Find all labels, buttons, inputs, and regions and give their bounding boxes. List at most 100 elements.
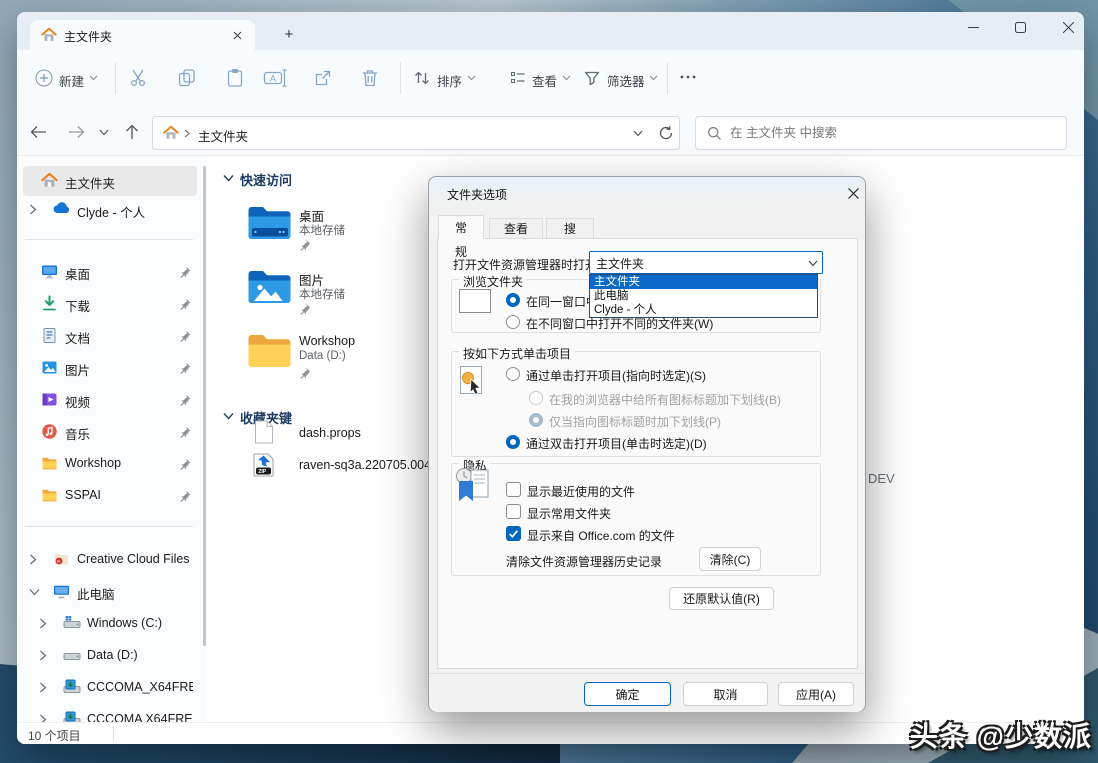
- checkbox-unchecked[interactable]: [506, 504, 521, 519]
- chevron-right-icon[interactable]: [39, 650, 47, 661]
- chevron-right-icon[interactable]: [39, 618, 47, 629]
- sidebar-item-documents[interactable]: 文档: [23, 321, 197, 351]
- sidebar-item-videos[interactable]: 视频: [23, 385, 197, 415]
- ok-button[interactable]: 确定: [584, 682, 671, 706]
- back-icon[interactable]: [27, 121, 49, 143]
- sidebar-item-onedrive[interactable]: Clyde - 个人: [23, 195, 197, 225]
- explorer-tab[interactable]: 主文件夹: [30, 20, 255, 50]
- view-icon[interactable]: [509, 69, 527, 87]
- sidebar-scrollbar[interactable]: [203, 166, 206, 646]
- chevron-down-icon[interactable]: [89, 75, 98, 81]
- pictures-icon: [41, 359, 58, 376]
- share-icon[interactable]: [313, 68, 333, 88]
- browse-folders-legend: 浏览文件夹: [459, 273, 527, 290]
- tab-search[interactable]: 搜索: [546, 218, 594, 238]
- checkbox-label[interactable]: 显示常用文件夹: [527, 505, 611, 522]
- cut-icon[interactable]: [129, 68, 149, 88]
- chevron-right-icon[interactable]: [29, 204, 37, 215]
- pin-icon: [179, 362, 191, 374]
- sidebar-item-label: Clyde - 个人: [77, 202, 193, 221]
- radio-unselected[interactable]: [506, 315, 520, 329]
- sidebar-item-creative-cloud[interactable]: ∞Creative Cloud Files: [23, 545, 197, 575]
- sidebar-item-pictures[interactable]: 图片: [23, 353, 197, 383]
- sidebar-item-workshop[interactable]: Workshop: [23, 449, 197, 479]
- home-icon[interactable]: [163, 125, 179, 141]
- sidebar-item-music[interactable]: 音乐: [23, 417, 197, 447]
- sidebar-item-home[interactable]: 主文件夹: [23, 166, 197, 196]
- radio-label[interactable]: 在同一窗口中: [526, 293, 598, 310]
- sidebar-divider: [25, 239, 193, 240]
- apply-button[interactable]: 应用(A): [778, 682, 854, 706]
- sort-button[interactable]: 排序: [437, 71, 462, 90]
- view-button[interactable]: 查看: [532, 71, 557, 90]
- filter-button[interactable]: 筛选器: [607, 71, 645, 90]
- tab-view[interactable]: 查看: [489, 218, 543, 238]
- maximize-button[interactable]: [1005, 16, 1035, 38]
- delete-icon[interactable]: [360, 68, 380, 88]
- search-input[interactable]: [730, 118, 1050, 148]
- more-options-icon[interactable]: [679, 74, 697, 80]
- chevron-right-icon[interactable]: [39, 682, 47, 693]
- chevron-down-icon[interactable]: [562, 75, 571, 81]
- chevron-down-icon[interactable]: [649, 75, 658, 81]
- sidebar-divider: [25, 526, 193, 527]
- radio-selected[interactable]: [506, 293, 520, 307]
- chevron-down-icon[interactable]: [467, 75, 476, 81]
- chevron-right-icon[interactable]: [29, 554, 37, 565]
- dropdown-option[interactable]: 主文件夹: [590, 275, 817, 289]
- new-tab-button[interactable]: +: [279, 24, 299, 44]
- section-chevron-icon[interactable]: [223, 174, 234, 182]
- sidebar-item-label: Creative Cloud Files: [77, 552, 193, 566]
- rename-icon[interactable]: A: [263, 68, 287, 88]
- checkbox-label[interactable]: 显示来自 Office.com 的文件: [527, 527, 675, 544]
- minimize-button[interactable]: [958, 16, 988, 38]
- close-button[interactable]: [1053, 16, 1083, 38]
- restore-defaults-button[interactable]: 还原默认值(R): [669, 587, 774, 610]
- sidebar-item-cccoma-1[interactable]: CCCOMA_X64FRE_ZH-: [23, 673, 197, 703]
- open-to-combobox[interactable]: 主文件夹: [589, 251, 823, 274]
- dialog-close-icon[interactable]: [845, 185, 861, 201]
- checkbox-unchecked[interactable]: [506, 482, 521, 497]
- sidebar-item-sspai[interactable]: SSPAI: [23, 481, 197, 511]
- open-to-dropdown-list: 主文件夹此电脑Clyde - 个人: [589, 274, 818, 318]
- up-icon[interactable]: [121, 121, 143, 143]
- navigation-pane: 主文件夹 Clyde - 个人桌面下载文档图片视频音乐WorkshopSSPAI ∞…: [17, 156, 207, 722]
- sidebar-item-downloads[interactable]: 下载: [23, 289, 197, 319]
- sort-icon[interactable]: [413, 69, 431, 87]
- section-header-quick-access[interactable]: 快速访问: [240, 170, 292, 189]
- tab-close-icon[interactable]: [230, 28, 245, 43]
- checkbox-label[interactable]: 显示最近使用的文件: [527, 483, 635, 500]
- new-button[interactable]: 新建: [59, 71, 84, 90]
- chevron-down-icon[interactable]: [29, 588, 40, 596]
- checkbox-checked[interactable]: [506, 526, 521, 541]
- tab-general[interactable]: 常规: [438, 215, 484, 239]
- refresh-icon[interactable]: [658, 125, 674, 141]
- radio-selected[interactable]: [506, 435, 520, 449]
- radio-label[interactable]: 通过双击打开项目(单击时选定)(D): [526, 435, 707, 452]
- copy-icon[interactable]: [177, 68, 197, 88]
- forward-icon[interactable]: [65, 121, 87, 143]
- status-separator: [113, 727, 114, 740]
- paste-icon[interactable]: [225, 68, 245, 88]
- filter-icon[interactable]: [583, 69, 601, 87]
- radio-unselected[interactable]: [506, 367, 520, 381]
- file-location: 本地存储: [299, 222, 345, 238]
- sidebar-item-desktop[interactable]: 桌面: [23, 257, 197, 287]
- recent-locations-chevron-icon[interactable]: [93, 121, 115, 143]
- address-bar[interactable]: 主文件夹: [152, 116, 680, 150]
- clear-button[interactable]: 清除(C): [699, 547, 761, 571]
- sidebar-item-windows-c[interactable]: Windows (C:): [23, 609, 197, 639]
- dialog-titlebar[interactable]: 文件夹选项: [429, 177, 865, 209]
- radio-label[interactable]: 通过单击打开项目(指向时选定)(S): [526, 367, 706, 384]
- sidebar-item-label: CCCOMA_X64FRE_ZH-: [87, 680, 193, 694]
- sidebar-item-this-pc[interactable]: 此电脑: [23, 577, 197, 607]
- cancel-button[interactable]: 取消: [683, 682, 768, 706]
- dropdown-option[interactable]: Clyde - 个人: [590, 303, 817, 317]
- radio-unselected: [529, 391, 543, 405]
- breadcrumb[interactable]: 主文件夹: [198, 126, 248, 145]
- dropdown-option[interactable]: 此电脑: [590, 289, 817, 303]
- address-dropdown-chevron-icon[interactable]: [633, 130, 643, 137]
- search-box[interactable]: [695, 116, 1067, 150]
- new-item-icon[interactable]: [35, 69, 53, 87]
- sidebar-item-data-d[interactable]: Data (D:): [23, 641, 197, 671]
